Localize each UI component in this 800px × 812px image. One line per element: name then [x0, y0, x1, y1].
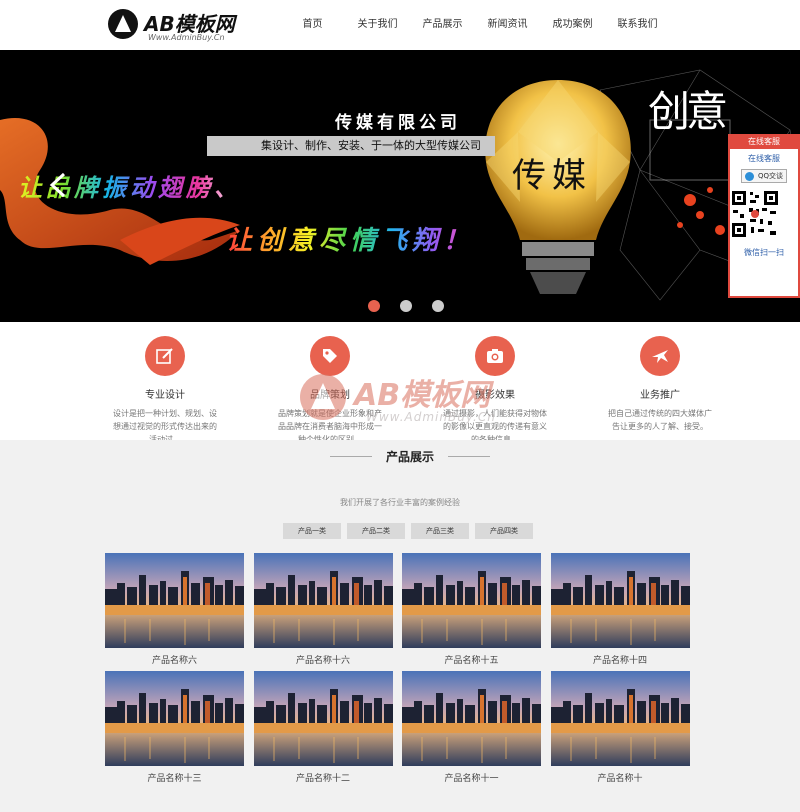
- product-name[interactable]: 产品名称十四: [551, 653, 690, 666]
- banner-subtitle: 集设计、制作、安装、于一体的大型传媒公司: [207, 136, 495, 156]
- product-card[interactable]: 产品名称十四: [550, 553, 690, 666]
- slider-dot-2[interactable]: [400, 300, 412, 312]
- service-desc: 把自己通过传统的四大媒体广告让更多的人了解、接受。: [608, 409, 712, 431]
- product-name[interactable]: 产品名称十: [551, 771, 690, 784]
- nav-item-cases[interactable]: 成功案例: [540, 0, 605, 50]
- service-item-promotion[interactable]: 业务推广 把自己通过传统的四大媒体广告让更多的人了解、接受。: [595, 336, 725, 433]
- tag-icon: [310, 336, 350, 376]
- product-card[interactable]: 产品名称十一: [402, 671, 541, 784]
- product-name[interactable]: 产品名称十三: [105, 771, 244, 784]
- heading-line-left: [330, 456, 372, 457]
- nav-item-contact[interactable]: 联系我们: [605, 0, 670, 50]
- site-logo[interactable]: AB模板网 Www.AdminBuy.Cn: [108, 8, 258, 44]
- product-card[interactable]: 产品名称六: [105, 553, 244, 666]
- heading-line-right: [448, 456, 490, 457]
- product-name[interactable]: 产品名称十一: [402, 771, 541, 784]
- product-name[interactable]: 产品名称十二: [254, 771, 393, 784]
- service-item-branding[interactable]: 品牌策划 品牌策划就是使企业形象和产品品牌在消费者脑海中形成一种个性化的区别。: [265, 336, 395, 446]
- nav-item-news[interactable]: 新闻资讯: [475, 0, 540, 50]
- slider-dot-1[interactable]: [368, 300, 380, 312]
- product-name[interactable]: 产品名称十六: [254, 653, 393, 666]
- camera-icon: [475, 336, 515, 376]
- qq-chat-label: QQ交谈: [757, 172, 783, 180]
- product-image[interactable]: [550, 671, 690, 766]
- site-header: AB模板网 Www.AdminBuy.Cn 首页 关于我们 产品展示 新闻资讯 …: [0, 0, 800, 50]
- product-name[interactable]: 产品名称六: [105, 653, 244, 666]
- customer-service-panel: 在线客服 在线客服 QQ交谈 微信扫一扫: [728, 134, 800, 298]
- banner-title: 传媒有限公司: [335, 113, 461, 133]
- products-heading: 产品展示: [330, 448, 490, 465]
- logo-mark-icon: [108, 9, 138, 39]
- main-nav: 首页 关于我们 产品展示 新闻资讯 成功案例 联系我们: [280, 0, 670, 50]
- products-tabs: 产品一类 产品二类 产品三类 产品四类: [283, 523, 539, 539]
- service-title: 摄影效果: [475, 390, 515, 401]
- product-card[interactable]: 产品名称十三: [105, 671, 244, 784]
- product-image[interactable]: [253, 671, 393, 766]
- bulb-word: 传媒: [512, 156, 592, 196]
- product-image[interactable]: [105, 553, 244, 648]
- product-tab-1[interactable]: 产品一类: [283, 523, 341, 539]
- product-card[interactable]: 产品名称十: [550, 671, 690, 784]
- products-subtitle: 我们开展了各行业丰富的案例经验: [340, 498, 460, 507]
- product-image[interactable]: [402, 671, 541, 766]
- qq-chat-button[interactable]: QQ交谈: [741, 169, 787, 183]
- service-title: 品牌策划: [310, 390, 350, 401]
- products-section: 产品展示 我们开展了各行业丰富的案例经验 产品一类 产品二类 产品三类 产品四类: [0, 440, 800, 812]
- banner-slogan-2: 让创意尽情飞翔！: [226, 220, 474, 257]
- banner-side-word: 创意: [648, 87, 728, 136]
- product-tab-2[interactable]: 产品二类: [347, 523, 405, 539]
- product-name[interactable]: 产品名称十五: [402, 653, 541, 666]
- product-card[interactable]: 产品名称十六: [253, 553, 393, 666]
- customer-service-title[interactable]: 在线客服: [730, 134, 798, 149]
- hero-banner[interactable]: 传媒有限公司 集设计、制作、安装、于一体的大型传媒公司 让品牌振动翅膀、 让创意…: [0, 50, 800, 322]
- product-card[interactable]: 产品名称十二: [253, 671, 393, 784]
- service-title: 专业设计: [145, 390, 185, 401]
- product-tab-3[interactable]: 产品三类: [411, 523, 469, 539]
- wechat-qr-code: [730, 189, 780, 239]
- qq-icon: [745, 172, 754, 181]
- wechat-scan-label: 微信扫一扫: [744, 248, 784, 257]
- product-card[interactable]: 产品名称十五: [402, 553, 541, 666]
- product-image[interactable]: [550, 553, 690, 648]
- slider-dots: [368, 300, 464, 312]
- slider-dot-3[interactable]: [432, 300, 444, 312]
- service-item-photography[interactable]: 摄影效果 通过摄影，人们能获得对物体的影像以更直观的传递有意义的各种信息。: [430, 336, 560, 446]
- plane-icon: [640, 336, 680, 376]
- services-section: 专业设计 设计是把一种计划、规划、设想通过视觉的形式传达出来的活动过。 品牌策划…: [0, 322, 800, 444]
- product-image[interactable]: [402, 553, 541, 648]
- nav-item-products[interactable]: 产品展示: [410, 0, 475, 50]
- product-image[interactable]: [105, 671, 244, 766]
- online-service-link[interactable]: 在线客服: [730, 153, 798, 164]
- service-title: 业务推广: [640, 390, 680, 401]
- logo-subtext: Www.AdminBuy.Cn: [148, 33, 225, 42]
- nav-item-about[interactable]: 关于我们: [345, 0, 410, 50]
- nav-item-home[interactable]: 首页: [280, 0, 345, 50]
- product-image[interactable]: [253, 553, 393, 648]
- edit-icon: [145, 336, 185, 376]
- service-item-design[interactable]: 专业设计 设计是把一种计划、规划、设想通过视觉的形式传达出来的活动过。: [100, 336, 230, 446]
- product-tab-4[interactable]: 产品四类: [475, 523, 533, 539]
- slider-prev-arrow-icon[interactable]: [44, 170, 74, 200]
